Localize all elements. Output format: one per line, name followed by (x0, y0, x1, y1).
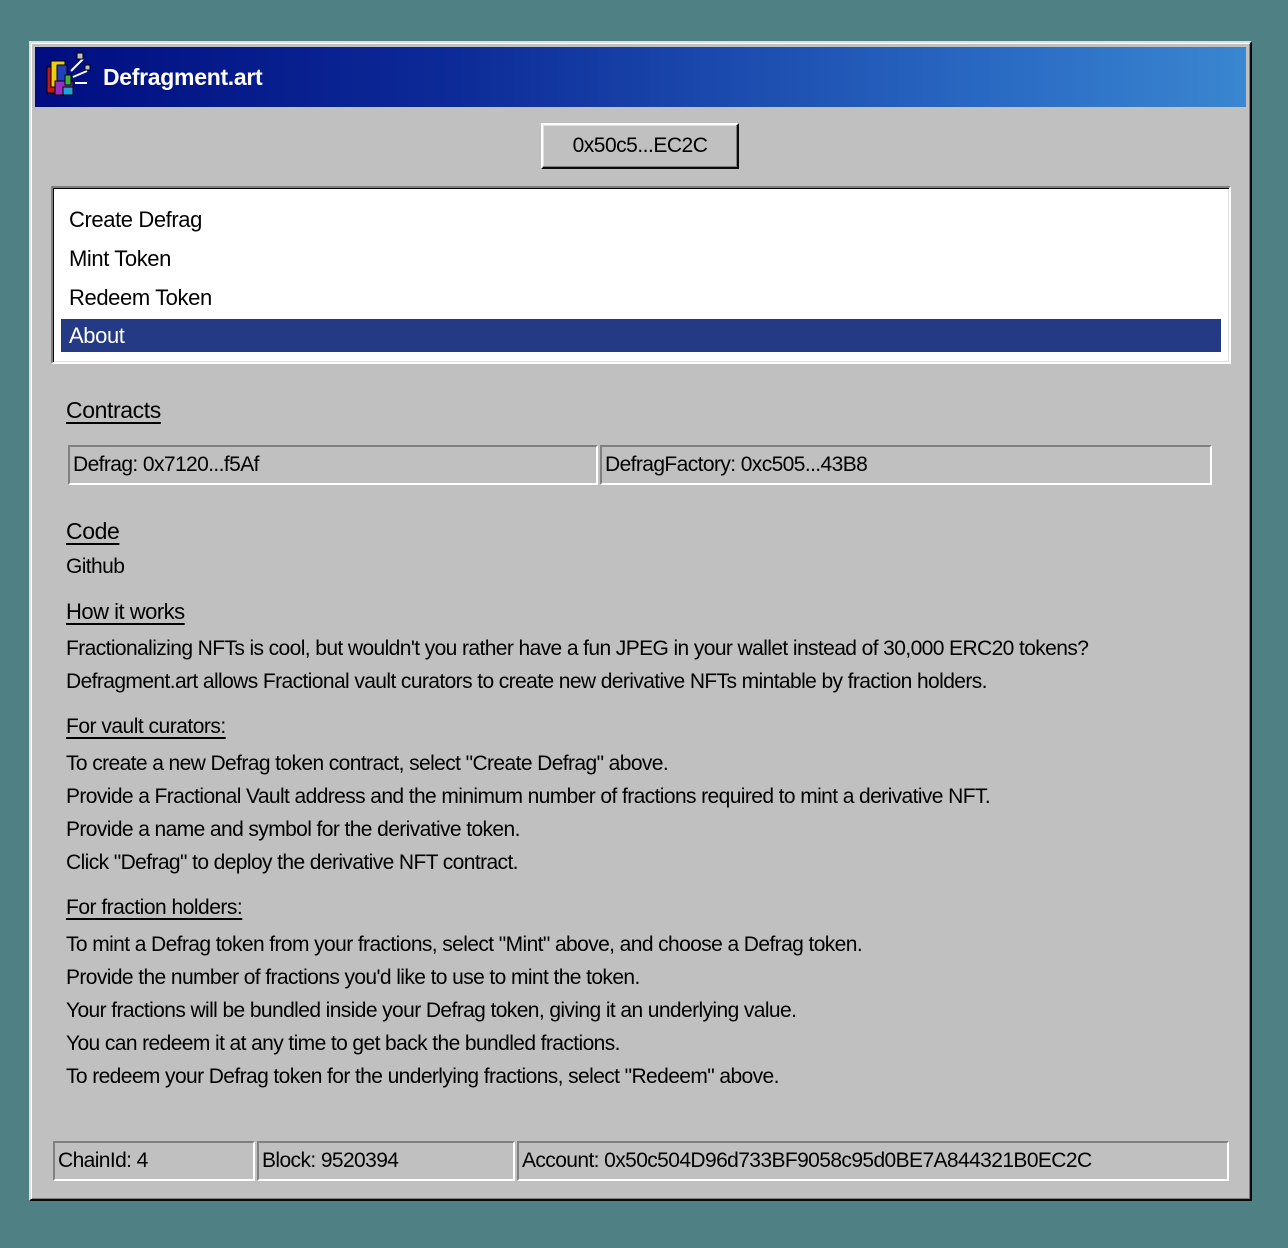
github-link[interactable]: Github (66, 550, 125, 583)
holders-line: Provide the number of fractions you'd li… (66, 966, 640, 989)
holders-line: You can redeem it at any time to get bac… (66, 1032, 620, 1055)
curators-line: Click "Defrag" to deploy the derivative … (66, 851, 519, 874)
menu-item-mint-token[interactable]: Mint Token (61, 241, 1221, 280)
defrag-contract-field[interactable]: Defrag: 0x7120...f5Af (68, 445, 598, 485)
curators-line: To create a new Defrag token contract, s… (66, 752, 669, 775)
status-account: Account: 0x50c504D96d733BF9058c95d0BE7A8… (517, 1141, 1229, 1181)
how-it-works-heading: How it works (66, 599, 185, 624)
contracts-heading: Contracts (66, 397, 161, 423)
menu-item-about[interactable]: About (61, 319, 1221, 352)
holders-line: Your fractions will be bundled inside yo… (66, 999, 797, 1022)
factory-contract-field[interactable]: DefragFactory: 0xc505...43B8 (600, 445, 1212, 485)
app-window: Defragment.art 0x50c5...EC2C Create Defr… (29, 41, 1252, 1201)
how-it-works-line: Fractionalizing NFTs is cool, but wouldn… (66, 637, 1089, 660)
status-block: Block: 9520394 (257, 1141, 515, 1181)
defrag-app-icon (41, 51, 93, 103)
connected-account-button[interactable]: 0x50c5...EC2C (541, 123, 739, 169)
holders-line: To mint a Defrag token from your fractio… (66, 933, 863, 956)
menu-list: Create Defrag Mint Token Redeem Token Ab… (51, 186, 1231, 364)
how-it-works-line: Defragment.art allows Fractional vault c… (66, 670, 987, 693)
menu-item-create-defrag[interactable]: Create Defrag (61, 202, 1221, 241)
code-heading: Code (66, 518, 120, 544)
holders-line: To redeem your Defrag token for the unde… (66, 1065, 779, 1088)
status-chain-id: ChainId: 4 (53, 1141, 255, 1181)
holders-text: To mint a Defrag token from your fractio… (66, 928, 863, 1093)
curators-line: Provide a name and symbol for the deriva… (66, 818, 520, 841)
title-bar[interactable]: Defragment.art (35, 47, 1246, 107)
how-it-works-text: Fractionalizing NFTs is cool, but wouldn… (66, 632, 1089, 698)
menu-item-redeem-token[interactable]: Redeem Token (61, 280, 1221, 319)
holders-heading: For fraction holders: (66, 896, 243, 919)
curators-line: Provide a Fractional Vault address and t… (66, 785, 991, 808)
window-title: Defragment.art (103, 63, 263, 90)
curators-heading: For vault curators: (66, 715, 226, 738)
curators-text: To create a new Defrag token contract, s… (66, 747, 991, 879)
